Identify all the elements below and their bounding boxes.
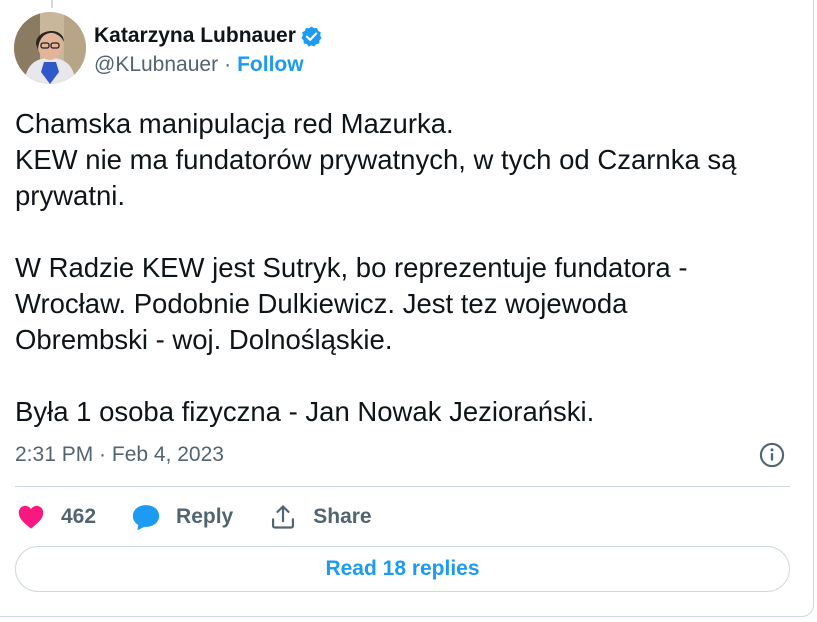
speech-bubble-icon	[130, 501, 162, 533]
share-label: Share	[313, 505, 372, 528]
author-handle[interactable]: @KLubnauer	[94, 52, 218, 78]
heart-icon	[15, 501, 47, 533]
follow-button[interactable]: Follow	[237, 52, 304, 78]
share-upload-icon	[267, 501, 299, 533]
avatar-image	[14, 12, 86, 84]
separator-dot: ·	[224, 53, 232, 76]
tweet-line: Chamska manipulacja red Mazurka.	[15, 108, 454, 139]
thread-line	[51, 0, 53, 8]
tweet-line: prywatni.	[15, 180, 126, 211]
like-count: 462	[61, 505, 97, 528]
reply-label: Reply	[176, 505, 234, 528]
tweet-line: KEW nie ma fundatorów prywatnych, w tych…	[15, 144, 737, 175]
like-button[interactable]: 462	[15, 501, 96, 533]
tweet-timestamp[interactable]: 2:31 PM · Feb 4, 2023	[15, 443, 224, 467]
divider	[15, 486, 790, 487]
tweet-line: W Radzie KEW jest Sutryk, bo reprezentuj…	[15, 252, 688, 283]
tweet-meta: 2:31 PM · Feb 4, 2023	[15, 440, 790, 470]
author-block: Katarzyna Lubnauer @KLubnauer · Follow	[94, 12, 323, 86]
verified-badge-icon	[300, 25, 323, 48]
read-replies-label: Read 18 replies	[325, 557, 480, 580]
avatar[interactable]	[14, 12, 86, 84]
tweet-text: Chamska manipulacja red Mazurka. KEW nie…	[15, 106, 805, 430]
tweet-header: Katarzyna Lubnauer @KLubnauer · Follow	[14, 12, 323, 86]
tweet-line: Wrocław. Podobnie Dulkiewicz. Jest tez w…	[15, 288, 628, 319]
info-icon[interactable]	[758, 441, 786, 469]
tweet-card: Katarzyna Lubnauer @KLubnauer · Follow C…	[0, 0, 814, 617]
tweet-line: Była 1 osoba fizyczna - Jan Nowak Jezior…	[15, 396, 595, 427]
author-name[interactable]: Katarzyna Lubnauer	[94, 23, 296, 49]
reply-button[interactable]: Reply	[130, 501, 233, 533]
share-button[interactable]: Share	[267, 501, 372, 533]
tweet-line: Obrembski - woj. Dolnośląskie.	[15, 324, 393, 355]
read-replies-button[interactable]: Read 18 replies	[15, 546, 790, 592]
action-bar: 462 Reply Share	[15, 498, 406, 536]
